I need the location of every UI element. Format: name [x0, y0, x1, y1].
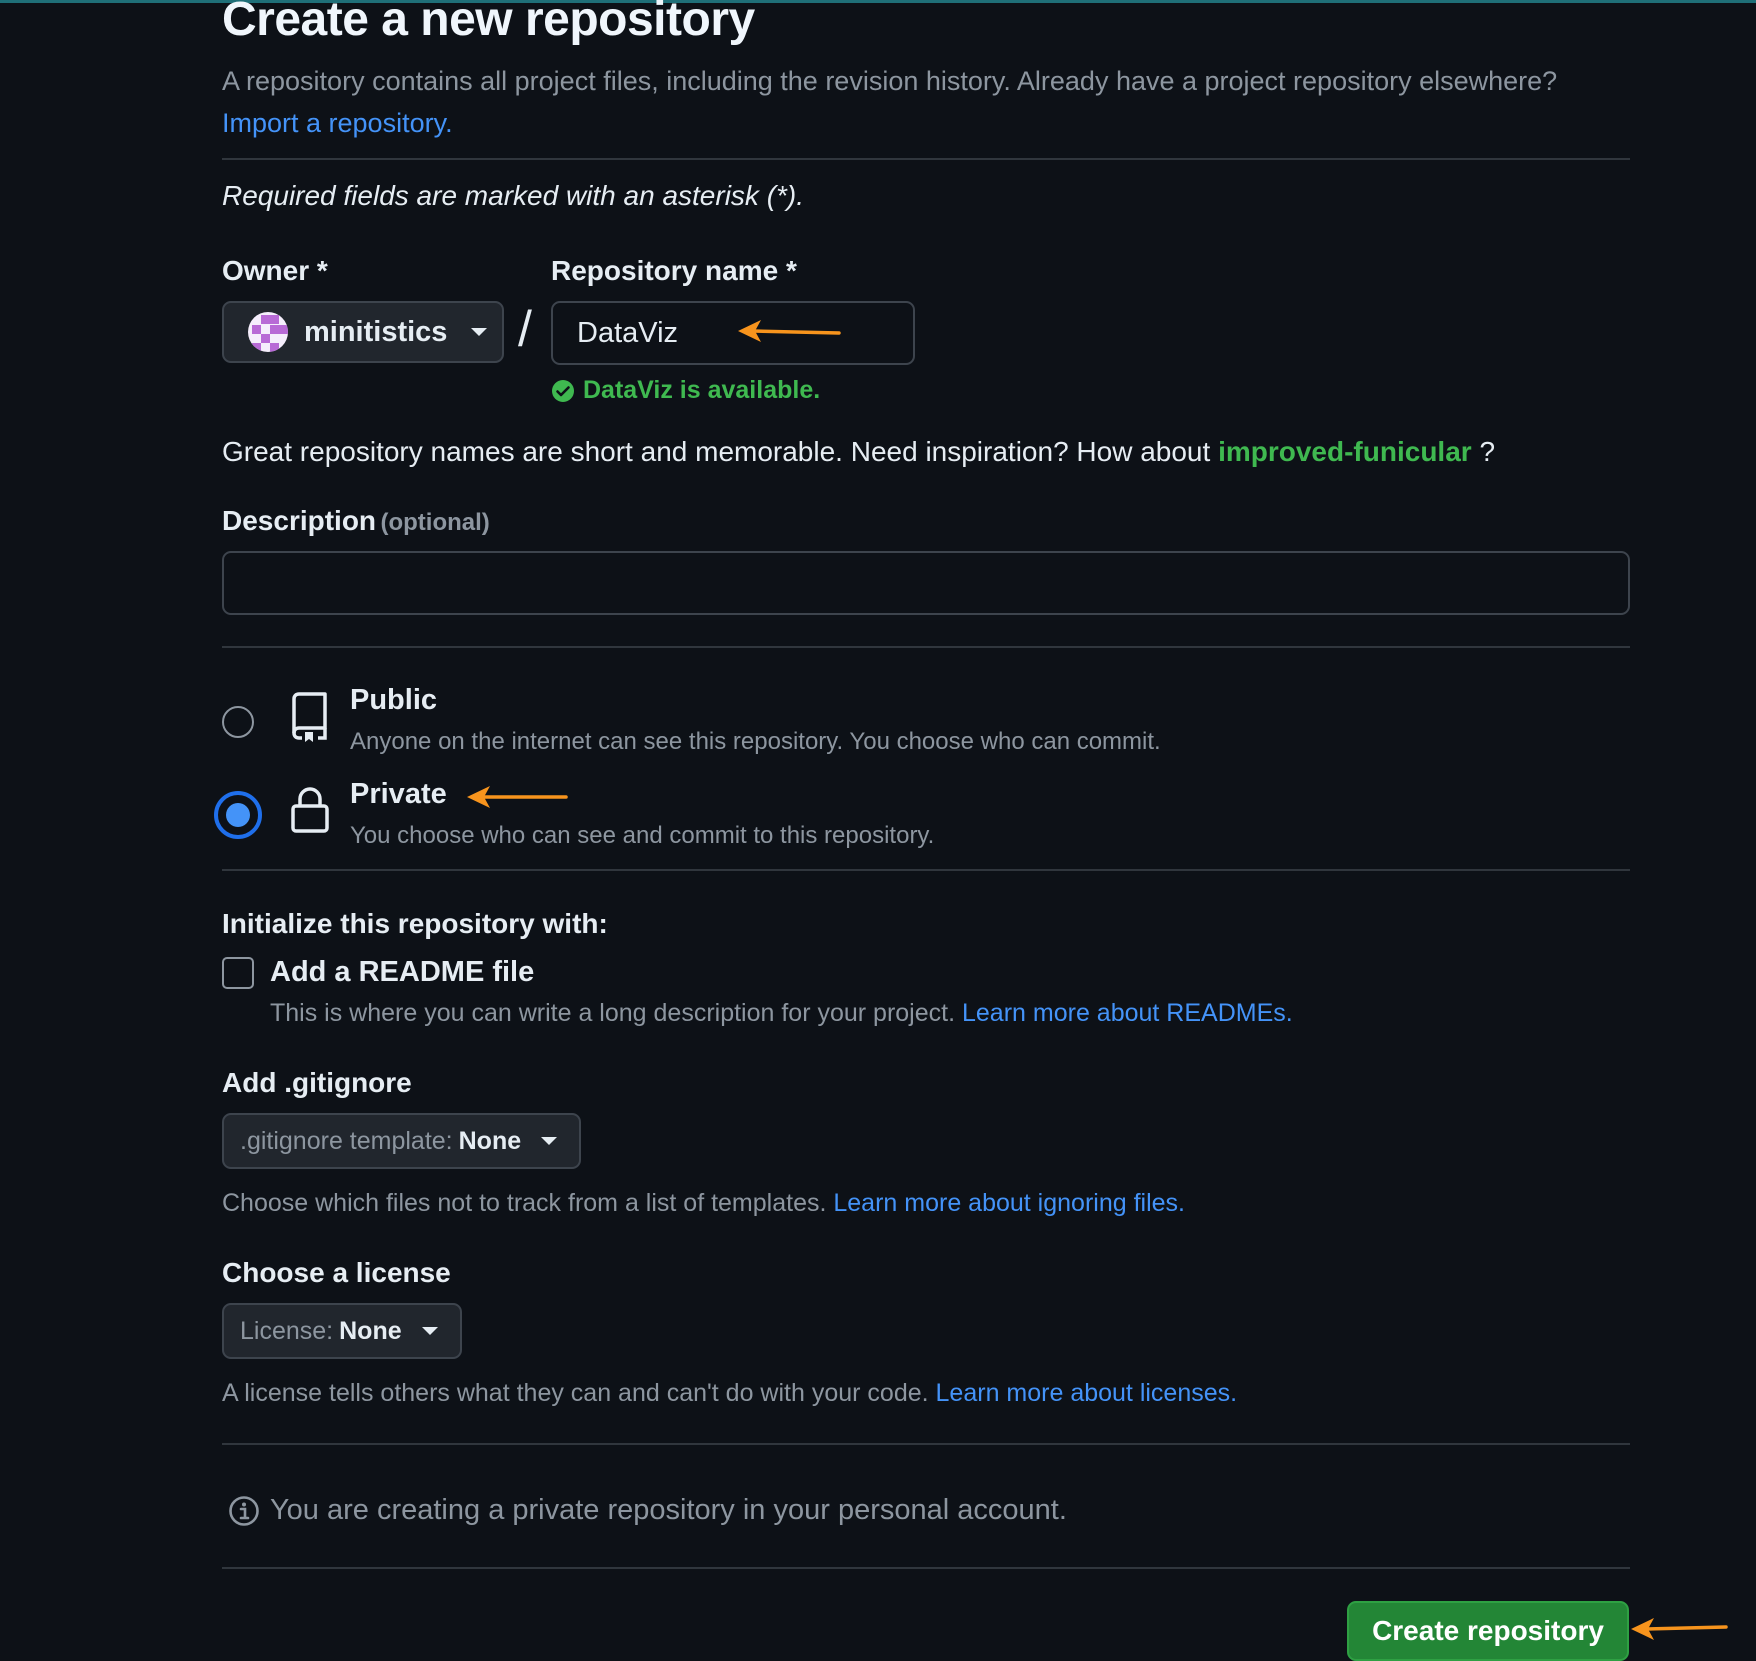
- license-select-key: License:: [240, 1316, 334, 1345]
- lock-icon: [291, 787, 329, 833]
- license-heading: Choose a license: [222, 1257, 451, 1288]
- gitignore-heading: Add .gitignore: [222, 1067, 412, 1098]
- name-suggestion: Great repository names are short and mem…: [222, 436, 1495, 468]
- annotation-arrow-icon: [1631, 1618, 1728, 1640]
- divider: [222, 158, 1630, 160]
- gitignore-select-value: None: [458, 1126, 522, 1155]
- annotation-arrow-icon: [738, 320, 841, 342]
- create-repository-button[interactable]: Create repository: [1347, 1601, 1629, 1661]
- caret-down-icon: [421, 1327, 438, 1335]
- divider: [222, 646, 1630, 648]
- gitignore-help: Choose which files not to track from a l…: [222, 1189, 1185, 1218]
- readme-help: This is where you can write a long descr…: [270, 999, 1293, 1028]
- readme-label[interactable]: Add a README file: [270, 956, 534, 989]
- public-radio[interactable]: [222, 706, 254, 738]
- intro-description: A repository contains all project files,…: [222, 66, 1558, 96]
- private-notice: You are creating a private repository in…: [228, 1494, 1067, 1527]
- caret-down-icon: [471, 328, 488, 336]
- divider: [222, 1567, 1630, 1569]
- required-fields-note: Required fields are marked with an aster…: [222, 180, 805, 211]
- page-title: Create a new repository: [222, 0, 755, 46]
- annotation-arrow-icon: [467, 786, 568, 808]
- gitignore-select-key: .gitignore template:: [240, 1126, 453, 1155]
- owner-name: minitistics: [304, 315, 448, 348]
- gitignore-learn-more-link[interactable]: Learn more about ignoring files.: [833, 1189, 1185, 1217]
- suggestion-suffix: ?: [1479, 436, 1496, 467]
- intro-text: A repository contains all project files,…: [222, 60, 1622, 144]
- license-description: A license tells others what they can and…: [222, 1379, 929, 1407]
- divider: [222, 869, 1630, 871]
- description-input[interactable]: [222, 551, 1630, 615]
- notice-text: You are creating a private repository in…: [270, 1494, 1067, 1526]
- gitignore-template-dropdown[interactable]: .gitignore template: None: [222, 1113, 582, 1169]
- description-label-row: Description (optional): [222, 505, 490, 537]
- license-dropdown[interactable]: License: None: [222, 1303, 462, 1359]
- optional-tag: (optional): [380, 509, 490, 536]
- initialize-heading: Initialize this repository with:: [222, 908, 608, 939]
- public-title: Public: [350, 684, 438, 716]
- caret-down-icon: [541, 1137, 558, 1145]
- owner-dropdown[interactable]: minitistics: [222, 301, 504, 363]
- readme-learn-more-link[interactable]: Learn more about READMEs.: [962, 999, 1293, 1027]
- private-title: Private: [350, 778, 447, 810]
- license-help: A license tells others what they can and…: [222, 1379, 1237, 1408]
- private-radio[interactable]: [214, 791, 262, 839]
- check-circle-icon: [552, 379, 574, 402]
- owner-avatar: [248, 312, 288, 352]
- name-availability: DataViz is available.: [551, 376, 820, 405]
- import-repository-link[interactable]: Import a repository.: [222, 108, 453, 138]
- suggested-name-link[interactable]: improved-funicular: [1218, 436, 1472, 467]
- gitignore-description: Choose which files not to track from a l…: [222, 1189, 827, 1217]
- description-label: Description: [222, 505, 377, 536]
- private-description: You choose who can see and commit to thi…: [350, 822, 935, 849]
- owner-label: Owner *: [222, 255, 328, 286]
- suggestion-text: Great repository names are short and mem…: [222, 436, 1211, 467]
- license-select-value: None: [339, 1316, 402, 1345]
- divider: [222, 1443, 1630, 1445]
- license-learn-more-link[interactable]: Learn more about licenses.: [936, 1379, 1238, 1407]
- owner-repo-separator: /: [518, 301, 532, 357]
- availability-text: DataViz is available.: [583, 376, 821, 404]
- repository-name-label: Repository name *: [551, 255, 797, 286]
- public-description: Anyone on the internet can see this repo…: [350, 728, 1161, 755]
- readme-checkbox[interactable]: [222, 957, 254, 989]
- repository-name-input[interactable]: [551, 301, 915, 365]
- repo-icon: [292, 692, 327, 742]
- readme-description: This is where you can write a long descr…: [270, 999, 956, 1027]
- info-icon: [229, 1495, 259, 1526]
